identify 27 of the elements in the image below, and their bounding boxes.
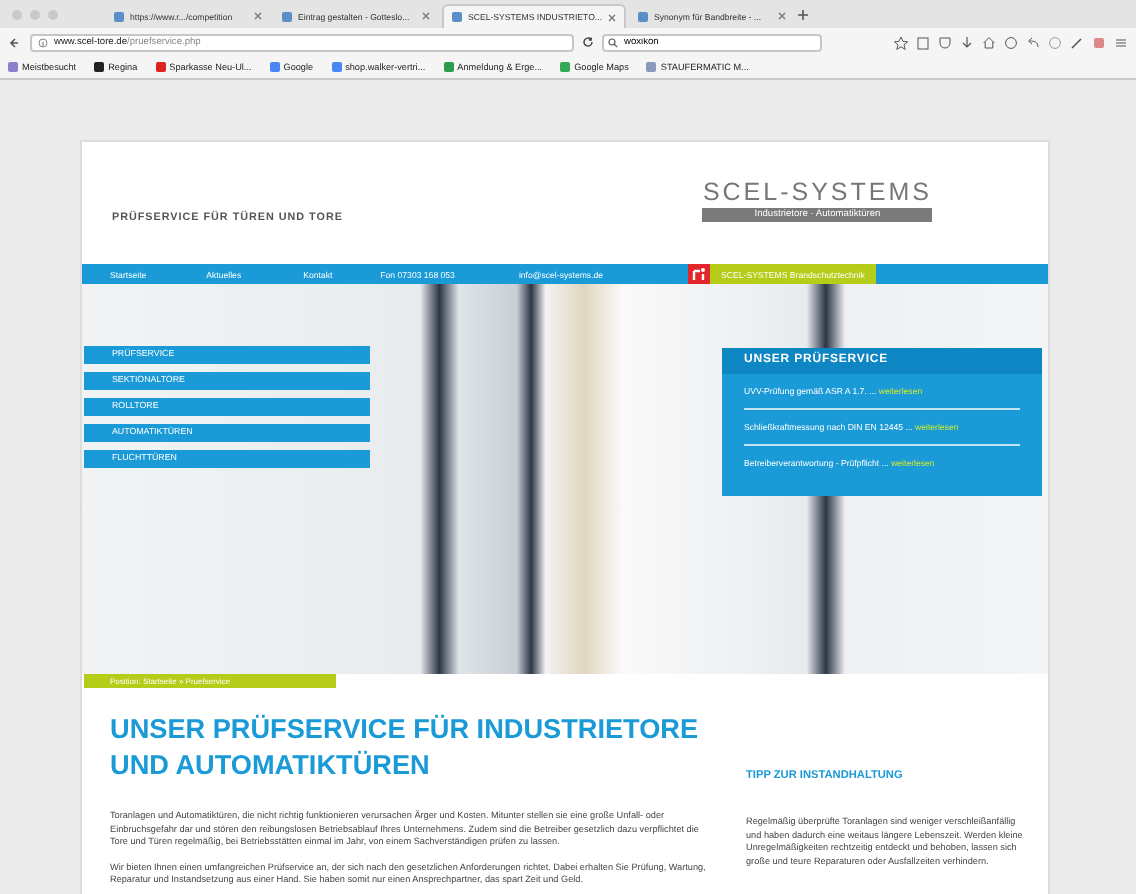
menu-icon[interactable]	[1114, 35, 1128, 49]
shield-icon[interactable]	[938, 35, 952, 49]
favicon-icon	[560, 62, 571, 72]
bookmark-star-icon[interactable]	[894, 35, 908, 49]
favicon-icon	[269, 62, 280, 72]
favicon-icon	[94, 62, 105, 72]
new-tab-icon[interactable]	[798, 9, 809, 19]
reply-icon[interactable]	[1026, 35, 1040, 49]
favicon-icon	[331, 62, 342, 72]
favicon-icon	[452, 12, 462, 22]
reload-icon[interactable]	[582, 36, 594, 48]
info-icon	[38, 37, 48, 47]
favicon-icon	[646, 62, 657, 72]
close-icon[interactable]	[778, 12, 787, 20]
page-heading: UNSER PRÜFSERVICE FÜR INDUSTRIETORE UND AUTOMATIKTÜREN	[110, 712, 701, 784]
home-icon[interactable]	[982, 35, 996, 49]
back-icon[interactable]	[8, 35, 22, 49]
close-icon[interactable]	[422, 12, 430, 20]
favicon-icon	[8, 62, 18, 72]
favicon-icon	[282, 11, 292, 21]
close-icon[interactable]	[254, 12, 262, 20]
favicon-icon	[155, 62, 166, 72]
favicon-icon	[443, 62, 454, 72]
close-icon[interactable]	[608, 13, 617, 21]
download-icon[interactable]	[960, 35, 974, 49]
favicon-icon	[114, 11, 124, 21]
favicon-icon	[638, 11, 649, 21]
